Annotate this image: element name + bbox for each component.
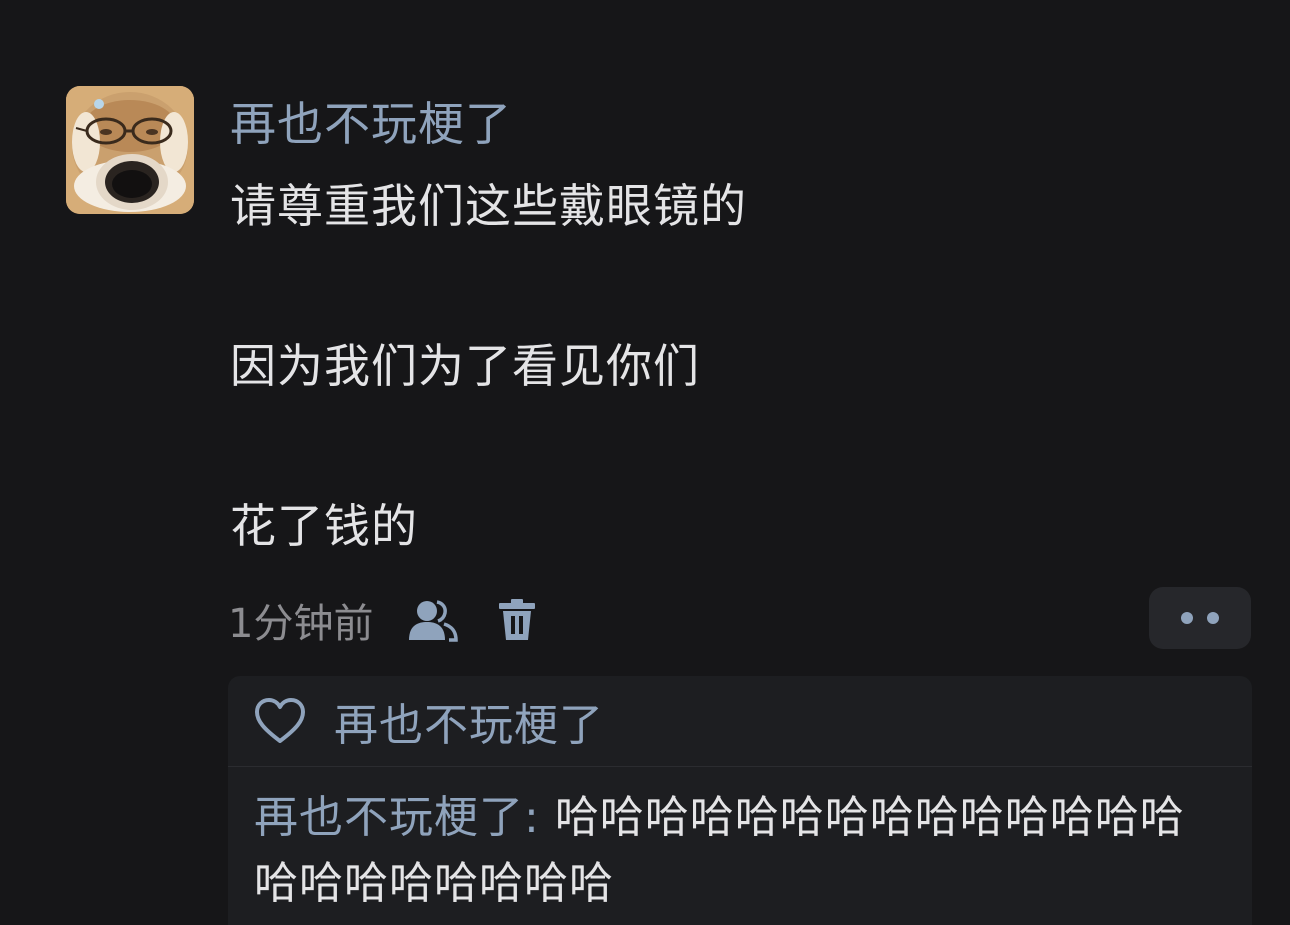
doge-with-glasses-avatar-icon <box>66 86 194 214</box>
comment-line: 因为我们为了看见你们 <box>230 339 700 393</box>
more-dots-icon <box>1181 612 1193 624</box>
comment-meta: 1分钟前 <box>228 592 545 648</box>
replies-panel: 再也不玩梗了 再也不玩梗了: 哈哈哈哈哈哈哈哈哈哈哈哈哈哈哈哈哈哈哈哈哈哈 <box>228 676 1252 925</box>
comment-timestamp: 1分钟前 <box>228 601 374 647</box>
comment-screen: 再也不玩梗了 请尊重我们这些戴眼镜的 因为我们为了看见你们 花了钱的 1分钟前 <box>0 0 1290 925</box>
comment-line: 花了钱的 <box>230 499 418 553</box>
likes-row[interactable]: 再也不玩梗了 <box>228 676 1252 767</box>
comment-body: 请尊重我们这些戴眼镜的 因为我们为了看见你们 花了钱的 <box>230 178 1210 554</box>
comment-line: 请尊重我们这些戴眼镜的 <box>230 179 747 233</box>
reply-author[interactable]: 再也不玩梗了 <box>254 792 524 843</box>
liker-name[interactable]: 再也不玩梗了 <box>334 689 604 753</box>
user-icon <box>409 600 459 642</box>
more-options-button[interactable] <box>1149 587 1251 649</box>
reply-separator: : <box>524 792 555 843</box>
comment-username[interactable]: 再也不玩梗了 <box>230 96 512 152</box>
avatar[interactable] <box>66 86 194 214</box>
delete-button[interactable] <box>489 592 545 648</box>
more-dots-icon <box>1207 612 1219 624</box>
trash-icon <box>499 599 536 640</box>
heart-icon[interactable] <box>254 697 306 745</box>
reply-item[interactable]: 再也不玩梗了: 哈哈哈哈哈哈哈哈哈哈哈哈哈哈哈哈哈哈哈哈哈哈 <box>228 767 1252 917</box>
user-button[interactable] <box>405 592 461 648</box>
